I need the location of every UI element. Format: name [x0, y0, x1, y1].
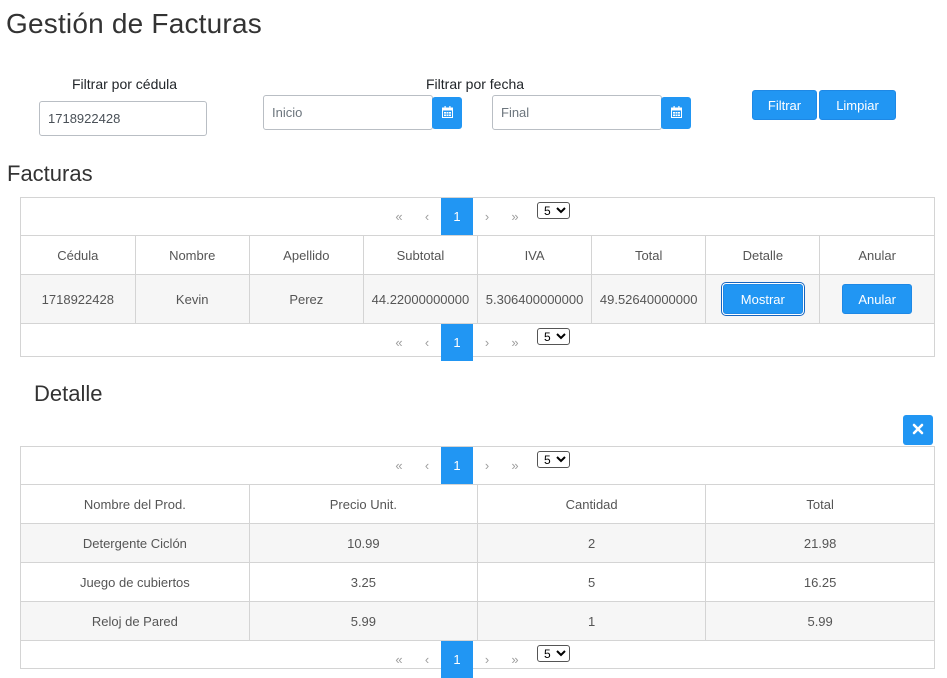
- column-header-total: Total: [591, 235, 707, 275]
- column-header-total: Total: [705, 484, 934, 524]
- fecha-inicio-calendar-button[interactable]: [432, 97, 462, 129]
- rows-per-page-select[interactable]: 5: [537, 451, 570, 468]
- table-row: Reloj de Pared 5.99 1 5.99: [21, 601, 934, 641]
- facturas-table: Cédula Nombre Apellido Subtotal IVA Tota…: [21, 235, 934, 324]
- column-header-iva: IVA: [476, 235, 593, 275]
- column-header-subtotal: Subtotal: [362, 235, 479, 275]
- detalle-paginator-bottom: « ‹ 1 › » 5: [21, 641, 934, 678]
- prev-page-button[interactable]: ‹: [413, 641, 441, 678]
- column-header-precio-unit: Precio Unit.: [248, 484, 479, 524]
- cedula-input[interactable]: [39, 101, 207, 136]
- fecha-final-input[interactable]: [492, 95, 662, 130]
- cell-subtotal: 44.22000000000: [362, 274, 479, 324]
- cell-detalle: Mostrar: [705, 274, 821, 324]
- anular-button[interactable]: Anular: [842, 284, 913, 314]
- detalle-table-panel: « ‹ 1 › » 5 Nombre del Prod. Precio Unit…: [20, 446, 935, 678]
- cell-nombre: Kevin: [134, 274, 250, 324]
- detalle-table: Nombre del Prod. Precio Unit. Cantidad T…: [21, 484, 934, 641]
- fecha-final-calendar-button[interactable]: [661, 97, 691, 129]
- cell-cantidad: 5: [476, 562, 707, 602]
- column-header-cantidad: Cantidad: [476, 484, 707, 524]
- table-row: 1718922428 Kevin Perez 44.22000000000 5.…: [21, 274, 934, 324]
- facturas-paginator-bottom: « ‹ 1 › » 5: [21, 324, 934, 361]
- cedula-filter-label: Filtrar por cédula: [72, 76, 178, 92]
- cell-total: 21.98: [705, 523, 934, 563]
- page-title: Gestión de Facturas: [6, 8, 262, 39]
- facturas-section-title: Facturas: [7, 161, 93, 186]
- close-icon: [912, 423, 924, 438]
- page-button-1[interactable]: 1: [441, 198, 473, 235]
- cell-apellido: Perez: [248, 274, 364, 324]
- cell-cantidad: 1: [476, 601, 707, 641]
- rows-per-page-select[interactable]: 5: [537, 202, 570, 219]
- next-page-button[interactable]: ›: [473, 198, 501, 235]
- mostrar-button[interactable]: Mostrar: [722, 284, 803, 314]
- page-button-1[interactable]: 1: [441, 641, 473, 678]
- rows-per-page-select[interactable]: 5: [537, 645, 570, 662]
- table-row: Detergente Ciclón 10.99 2 21.98: [21, 523, 934, 563]
- facturas-paginator-top: « ‹ 1 › » 5: [21, 198, 934, 235]
- cell-precio-unit: 10.99: [248, 523, 479, 563]
- next-page-button[interactable]: ›: [473, 324, 501, 361]
- column-header-nombre: Nombre: [134, 235, 250, 275]
- next-page-button[interactable]: ›: [473, 641, 501, 678]
- cell-precio-unit: 5.99: [248, 601, 479, 641]
- close-detalle-button[interactable]: [903, 415, 933, 445]
- column-header-detalle: Detalle: [705, 235, 821, 275]
- table-row: Juego de cubiertos 3.25 5 16.25: [21, 562, 934, 602]
- first-page-button[interactable]: «: [385, 198, 413, 235]
- cell-total: 16.25: [705, 562, 934, 602]
- cell-precio-unit: 3.25: [248, 562, 479, 602]
- prev-page-button[interactable]: ‹: [413, 198, 441, 235]
- column-header-anular: Anular: [819, 235, 934, 275]
- last-page-button[interactable]: »: [501, 641, 529, 678]
- cell-nombre-prod: Juego de cubiertos: [21, 562, 250, 602]
- last-page-button[interactable]: »: [501, 198, 529, 235]
- fecha-inicio-input[interactable]: [263, 95, 433, 130]
- prev-page-button[interactable]: ‹: [413, 324, 441, 361]
- cell-iva: 5.306400000000: [476, 274, 593, 324]
- fecha-filter-label: Filtrar por fecha: [426, 76, 525, 92]
- column-header-apellido: Apellido: [248, 235, 364, 275]
- limpiar-button[interactable]: Limpiar: [819, 90, 896, 120]
- first-page-button[interactable]: «: [385, 447, 413, 484]
- calendar-icon: [441, 105, 453, 121]
- first-page-button[interactable]: «: [385, 641, 413, 678]
- last-page-button[interactable]: »: [501, 324, 529, 361]
- column-header-nombre-prod: Nombre del Prod.: [21, 484, 250, 524]
- filtrar-button[interactable]: Filtrar: [752, 90, 817, 120]
- next-page-button[interactable]: ›: [473, 447, 501, 484]
- page-button-1[interactable]: 1: [441, 324, 473, 361]
- cell-anular: Anular: [819, 274, 934, 324]
- page-button-1[interactable]: 1: [441, 447, 473, 484]
- cell-total: 5.99: [705, 601, 934, 641]
- column-header-cedula: Cédula: [21, 235, 136, 275]
- detalle-paginator-top: « ‹ 1 › » 5: [21, 447, 934, 484]
- last-page-button[interactable]: »: [501, 447, 529, 484]
- cell-cedula: 1718922428: [21, 274, 136, 324]
- calendar-icon: [670, 105, 682, 121]
- rows-per-page-select[interactable]: 5: [537, 328, 570, 345]
- cell-nombre-prod: Reloj de Pared: [21, 601, 250, 641]
- cell-total: 49.52640000000: [591, 274, 707, 324]
- prev-page-button[interactable]: ‹: [413, 447, 441, 484]
- cell-cantidad: 2: [476, 523, 707, 563]
- facturas-table-panel: « ‹ 1 › » 5 Cédula Nombre Apellido Subto…: [20, 197, 935, 361]
- cell-nombre-prod: Detergente Ciclón: [21, 523, 250, 563]
- detalle-section-title: Detalle: [34, 381, 103, 406]
- first-page-button[interactable]: «: [385, 324, 413, 361]
